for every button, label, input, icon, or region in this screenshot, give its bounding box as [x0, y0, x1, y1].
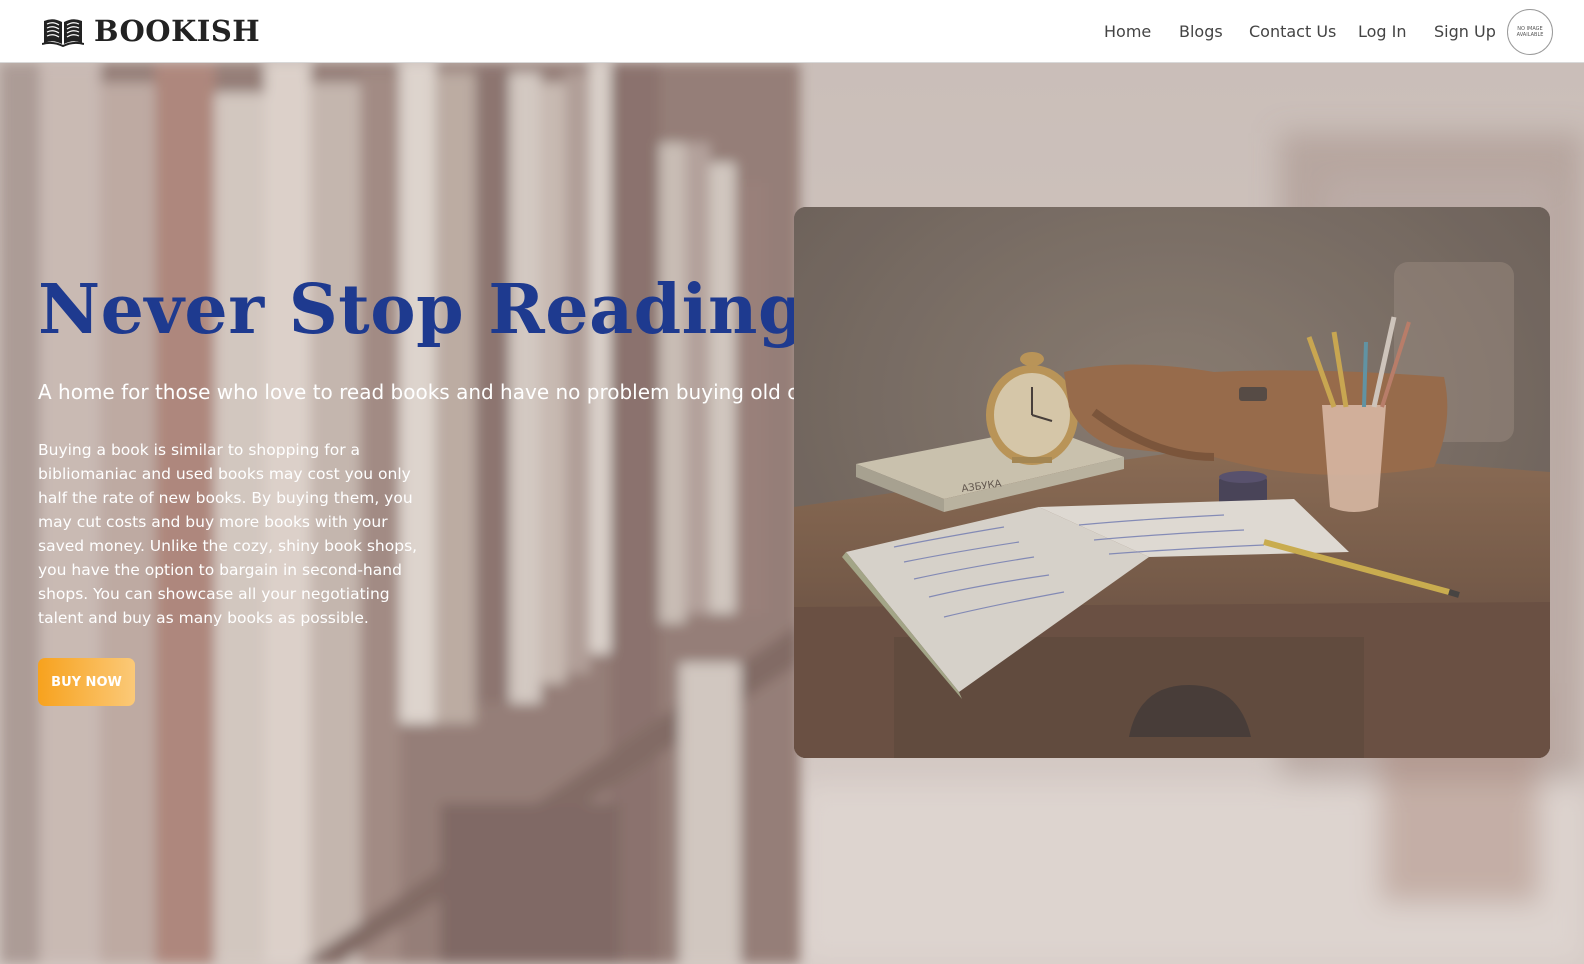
hero-still-life-image: АЗБУКА	[794, 207, 1550, 758]
nav-links: Home Blogs Contact Us Log In Sign Up NO …	[0, 0, 1584, 63]
nav-contact-link[interactable]: Contact Us	[1249, 22, 1336, 41]
nav-signup-link[interactable]: Sign Up	[1434, 22, 1496, 41]
nav-home-link[interactable]: Home	[1104, 22, 1151, 41]
navbar: BOOKISH Home Blogs Contact Us Log In Sig…	[0, 0, 1584, 63]
buy-now-button[interactable]: BUY NOW	[38, 658, 135, 706]
hero-title: Never Stop Reading	[38, 270, 806, 350]
nav-blogs-link[interactable]: Blogs	[1179, 22, 1223, 41]
hero-subtitle: A home for those who love to read books …	[38, 380, 842, 404]
hero-description: Buying a book is similar to shopping for…	[38, 441, 418, 627]
avatar-placeholder-line2: AVAILABLE	[1516, 32, 1544, 38]
hero-section: Never Stop Reading A home for those who …	[0, 63, 1584, 964]
nav-login-link[interactable]: Log In	[1358, 22, 1407, 41]
desk-still-life-illustration: АЗБУКА	[794, 207, 1550, 758]
user-avatar[interactable]: NO IMAGE AVAILABLE	[1507, 9, 1553, 55]
